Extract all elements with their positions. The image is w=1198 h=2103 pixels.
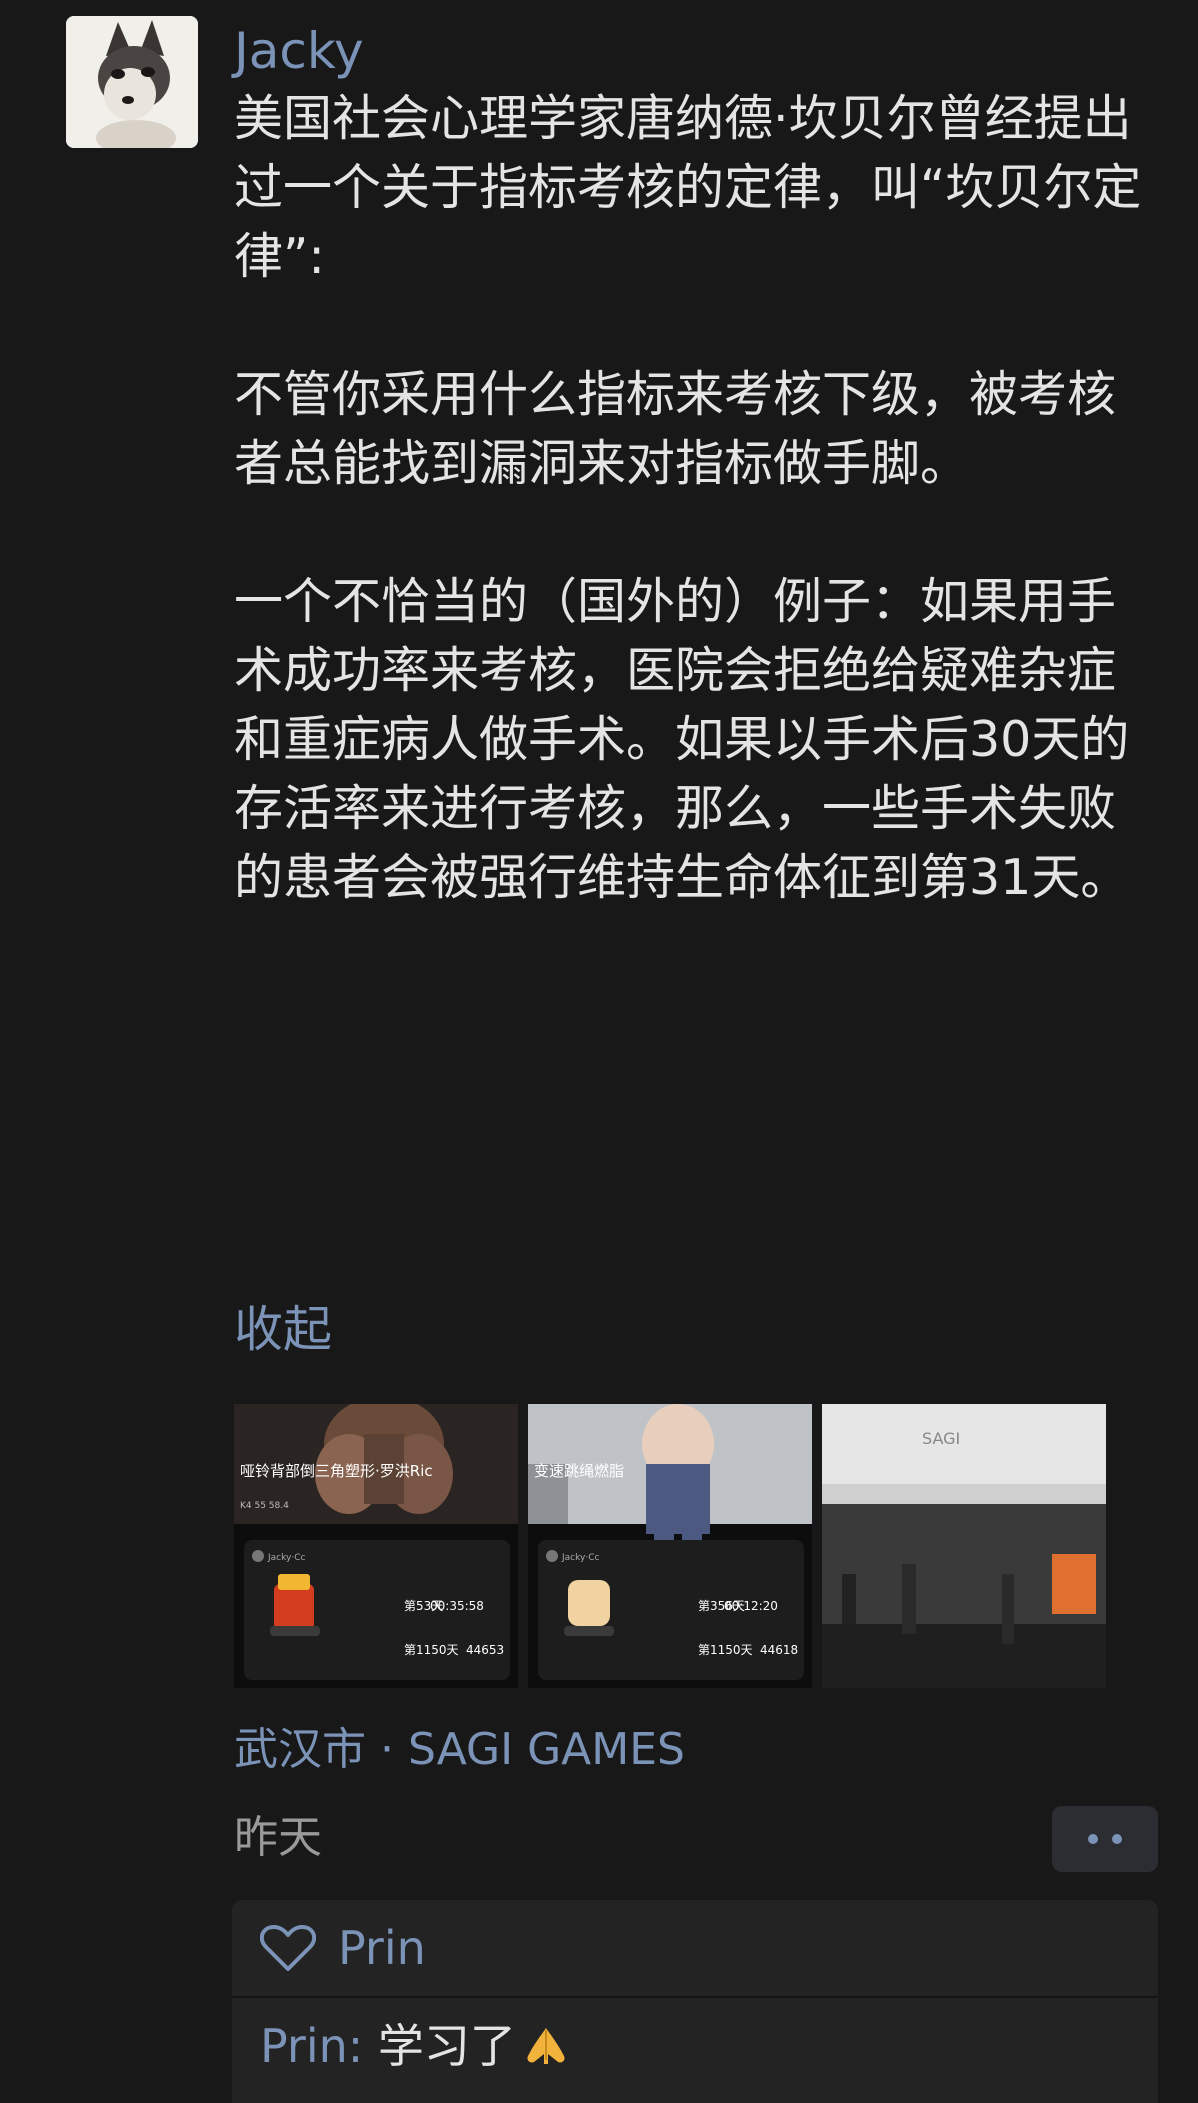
interaction-panel: Prin Prin: 学习了: [232, 1900, 1158, 2103]
workout-title-2: 变速跳绳燃脂: [534, 1462, 624, 1480]
post-image-3[interactable]: SAGI: [822, 1404, 1106, 1688]
gym-sign: SAGI: [922, 1429, 960, 1448]
collapse-link[interactable]: 收起: [234, 1298, 332, 1362]
workout-title-1: 哑铃背部倒三角塑形·罗洪Ric: [240, 1462, 433, 1480]
post-paragraph-2: 不管你采用什么指标来考核下级，被考核者总能找到漏洞来对指标做手脚。: [234, 366, 1117, 492]
liker-name[interactable]: Prin: [338, 1921, 426, 1975]
stat-d-2: 44618: [760, 1643, 798, 1657]
likes-row: Prin: [232, 1900, 1158, 1998]
heart-icon: [260, 1925, 316, 1971]
post-author[interactable]: Jacky: [234, 20, 1154, 82]
comment-author[interactable]: Prin: [260, 2014, 348, 2078]
post-time: 昨天: [234, 1812, 322, 1863]
more-dots-button[interactable]: [1052, 1806, 1158, 1872]
post-paragraph-1: 美国社会心理学家唐纳德·坎贝尔曾经提出过一个关于指标考核的定律，叫“坎贝尔定律”…: [234, 90, 1142, 285]
post-image-grid: 哑铃背部倒三角塑形·罗洪Ric K4 55 58.4 Jacky·Cc 第53天…: [234, 1404, 1108, 1688]
post-image-1[interactable]: 哑铃背部倒三角塑形·罗洪Ric K4 55 58.4 Jacky·Cc 第53天…: [234, 1404, 518, 1688]
svg-text:K4 55 58.4: K4 55 58.4: [240, 1501, 289, 1511]
stat-d-1: 44653: [466, 1643, 504, 1657]
stat-c-1: 第1150天: [404, 1643, 459, 1657]
comment-text: 学习了: [377, 2019, 516, 2073]
post-image-2[interactable]: 变速跳绳燃脂 Jacky·Cc 第356天 00:12:20 第1150天 44…: [528, 1404, 812, 1688]
card-user-2: Jacky·Cc: [561, 1553, 599, 1563]
pray-hands-emoji-icon: [527, 2028, 565, 2064]
post-location[interactable]: 武汉市 · SAGI GAMES: [234, 1722, 685, 1778]
stat-b-2: 00:12:20: [724, 1599, 778, 1613]
card-user-1: Jacky·Cc: [267, 1553, 305, 1563]
husky-dog-avatar-icon: [66, 16, 198, 148]
comment-item[interactable]: Prin: 学习了: [232, 1998, 1158, 2078]
moment-post: Jacky 美国社会心理学家唐纳德·坎贝尔曾经提出过一个关于指标考核的定律，叫“…: [234, 20, 1154, 912]
stat-b-1: 00:35:58: [430, 1599, 484, 1613]
avatar[interactable]: [66, 16, 198, 148]
more-dots-icon-2: [1112, 1834, 1122, 1844]
post-text: 美国社会心理学家唐纳德·坎贝尔曾经提出过一个关于指标考核的定律，叫“坎贝尔定律”…: [234, 84, 1154, 912]
post-paragraph-3: 一个不恰当的（国外的）例子：如果用手术成功率来考核，医院会拒绝给疑难杂症和重症病…: [234, 573, 1130, 906]
comment-separator: :: [347, 2019, 378, 2073]
more-dots-icon: [1088, 1834, 1098, 1844]
stat-c-2: 第1150天: [698, 1643, 753, 1657]
